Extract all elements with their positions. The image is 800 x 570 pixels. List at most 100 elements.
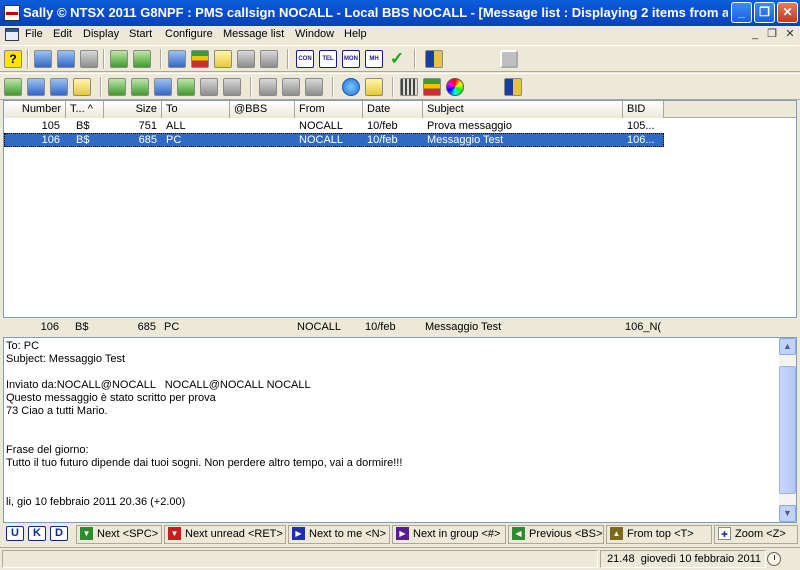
exit-door-icon[interactable] <box>425 50 443 68</box>
table-row[interactable]: 105 B$ 751 ALL NOCALL 10/feb Prova messa… <box>4 119 664 133</box>
cell-number: 106 <box>41 134 60 146</box>
minimize-button[interactable]: _ <box>731 2 752 23</box>
database-stack-icon[interactable] <box>423 78 441 96</box>
toolbar-separator <box>332 77 334 97</box>
table-row-selected[interactable]: 106 B$ 685 PC NOCALL 10/feb Messaggio Te… <box>4 133 664 147</box>
help-icon[interactable]: ? <box>4 50 22 68</box>
notes-icon[interactable] <box>80 50 98 68</box>
column-header-subject[interactable]: Subject <box>423 101 623 118</box>
next-unread-button[interactable]: ▼ Next unread <RET> <box>164 525 286 544</box>
database-icon[interactable] <box>191 50 209 68</box>
preview-number: 106 <box>40 321 59 333</box>
preview-bid: 106_N( <box>625 321 662 333</box>
from-top-button[interactable]: ▲ From top <T> <box>606 525 712 544</box>
archive-icon[interactable] <box>154 78 172 96</box>
folder-icon[interactable] <box>223 78 241 96</box>
cell-bid: 106... <box>627 134 655 146</box>
preview-to: PC <box>164 321 180 333</box>
edit-pencil-icon[interactable] <box>73 78 91 96</box>
from-top-label: From top <T> <box>627 528 694 540</box>
color-wheel-icon[interactable] <box>446 78 464 96</box>
k-button[interactable]: K <box>28 526 46 541</box>
magnifier-icon[interactable] <box>214 50 232 68</box>
mdi-minimize-button[interactable]: _ <box>748 28 762 41</box>
column-header-date[interactable]: Date <box>363 101 423 118</box>
d-button[interactable]: D <box>50 526 68 541</box>
menu-start[interactable]: Start <box>129 28 152 40</box>
check-icon[interactable]: ✓ <box>388 50 406 68</box>
menu-bar: File Edit Display Start Configure Messag… <box>0 26 800 44</box>
keyboard-icon[interactable] <box>400 78 418 96</box>
refresh-icon[interactable] <box>177 78 195 96</box>
new-message-icon[interactable] <box>4 78 22 96</box>
book-icon[interactable] <box>168 50 186 68</box>
scrollbar-thumb[interactable] <box>779 366 796 494</box>
scroll-icon[interactable] <box>237 50 255 68</box>
menu-message-list[interactable]: Message list <box>223 28 284 40</box>
zoom-button[interactable]: ✚ Zoom <Z> <box>714 525 798 544</box>
document-edit-icon[interactable] <box>365 78 383 96</box>
message-list[interactable]: Number T... ^ Size To @BBS From Date Sub… <box>3 100 797 318</box>
previous-button[interactable]: ◀ Previous <BS> <box>508 525 604 544</box>
filter-icon[interactable] <box>200 78 218 96</box>
menu-help[interactable]: Help <box>344 28 367 40</box>
close-button[interactable]: ✕ <box>777 2 798 23</box>
print-icon[interactable] <box>305 78 323 96</box>
import-icon[interactable] <box>110 50 128 68</box>
u-button[interactable]: U <box>6 526 24 541</box>
column-header-from[interactable]: From <box>295 101 363 118</box>
column-header-type[interactable]: T... ^ <box>66 101 104 118</box>
cloud-icon[interactable] <box>260 50 278 68</box>
copy-icon[interactable] <box>259 78 277 96</box>
scroll-up-arrow-icon[interactable]: ▲ <box>779 338 796 355</box>
previous-label: Previous <BS> <box>529 528 603 540</box>
menu-edit[interactable]: Edit <box>53 28 72 40</box>
next-button[interactable]: ▼ Next <SPC> <box>76 525 162 544</box>
mh-icon[interactable]: MH <box>365 50 383 68</box>
con-icon[interactable]: CON <box>296 50 314 68</box>
column-header-to[interactable]: To <box>162 101 230 118</box>
column-header-size[interactable]: Size <box>104 101 162 118</box>
column-header-number[interactable]: Number <box>4 101 66 118</box>
cell-size: 685 <box>138 134 157 146</box>
card-icon[interactable] <box>57 50 75 68</box>
app-flag-icon[interactable] <box>4 5 20 21</box>
message-body-pane[interactable]: To: PC Subject: Messaggio Test Inviato d… <box>3 337 797 523</box>
title-bar[interactable]: Sally © NTSX 2011 G8NPF : PMS callsign N… <box>0 0 800 26</box>
mdi-close-button[interactable]: ✕ <box>783 28 797 41</box>
cell-date: 10/feb <box>367 120 398 132</box>
document-icon[interactable] <box>5 28 19 41</box>
mdi-restore-button[interactable]: ❐ <box>765 28 779 41</box>
vertical-scrollbar[interactable]: ▲ ▼ <box>779 338 796 522</box>
message-body-text[interactable]: To: PC Subject: Messaggio Test Inviato d… <box>6 340 776 520</box>
toolbar-separator <box>100 77 102 97</box>
comment-icon[interactable] <box>50 78 68 96</box>
stop-icon[interactable] <box>500 50 518 68</box>
status-date: giovedì 10 febbraio 2011 <box>640 553 761 565</box>
mon-icon[interactable]: MON <box>342 50 360 68</box>
menu-display[interactable]: Display <box>83 28 119 40</box>
menu-window[interactable]: Window <box>295 28 334 40</box>
column-header-bid[interactable]: BID <box>623 101 664 118</box>
scroll-down-arrow-icon[interactable]: ▼ <box>779 505 796 522</box>
preview-date: 10/feb <box>365 321 396 333</box>
window-list-icon[interactable] <box>34 50 52 68</box>
next-to-me-button[interactable]: ▶ Next to me <N> <box>288 525 390 544</box>
preview-from: NOCALL <box>297 321 342 333</box>
menu-configure[interactable]: Configure <box>165 28 213 40</box>
column-header-bbs[interactable]: @BBS <box>230 101 295 118</box>
cell-number: 105 <box>41 120 60 132</box>
maximize-button[interactable]: ❐ <box>754 2 775 23</box>
reply-icon[interactable] <box>27 78 45 96</box>
next-in-group-button[interactable]: ▶ Next in group <#> <box>392 525 506 544</box>
zoom-label: Zoom <Z> <box>735 528 786 540</box>
browser-icon[interactable] <box>342 78 360 96</box>
save-icon[interactable] <box>108 78 126 96</box>
exit-door-icon[interactable] <box>504 78 522 96</box>
save-all-icon[interactable] <box>131 78 149 96</box>
menu-file[interactable]: File <box>25 28 43 40</box>
paste-icon[interactable] <box>282 78 300 96</box>
clock-icon[interactable] <box>767 552 781 566</box>
export-icon[interactable] <box>133 50 151 68</box>
tel-icon[interactable]: TEL <box>319 50 337 68</box>
